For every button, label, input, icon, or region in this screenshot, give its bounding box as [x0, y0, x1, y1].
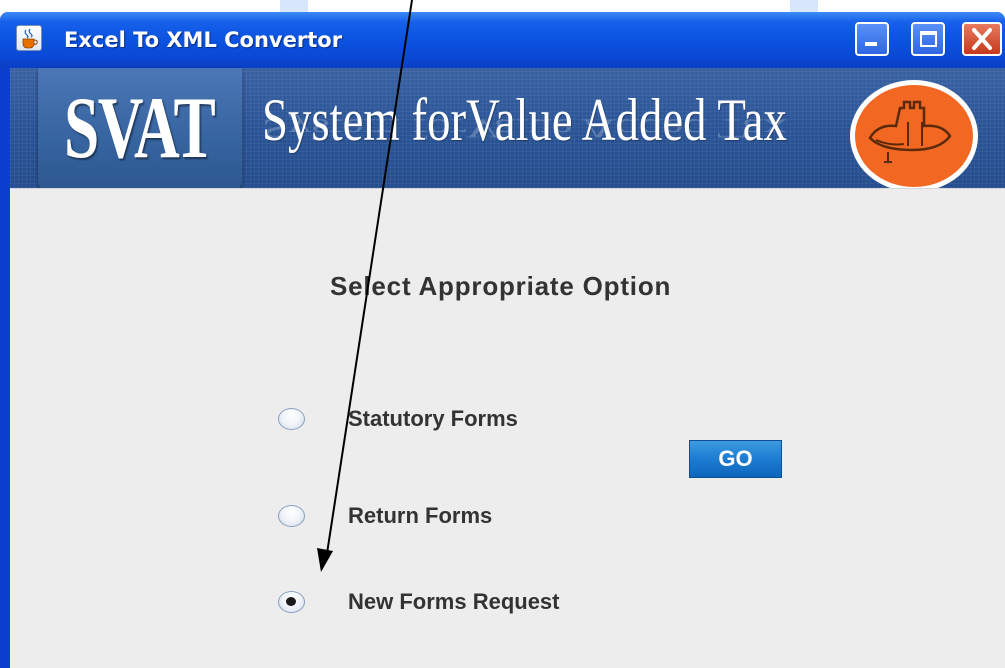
window-title: Excel To XML Convertor	[64, 28, 343, 52]
radio-selected-dot	[286, 597, 296, 606]
title-bar[interactable]: Excel To XML Convertor	[0, 12, 1005, 68]
minimize-icon	[865, 42, 877, 46]
java-cup-icon	[16, 25, 42, 51]
svat-banner: SVAT System forValue Added Tax System fo…	[10, 68, 1005, 200]
svat-logo-tab: SVAT	[38, 68, 242, 192]
close-icon	[972, 28, 992, 50]
state-emblem-icon	[850, 80, 978, 192]
app-window: Excel To XML Convertor SVAT System forVa…	[0, 12, 1005, 668]
option-label: Return Forms	[348, 503, 493, 528]
option-label: Statutory Forms	[348, 406, 518, 431]
radio-statutory-forms[interactable]	[278, 408, 305, 430]
go-button[interactable]: GO	[689, 440, 782, 478]
maximize-button[interactable]	[911, 22, 945, 56]
banner-title-reflection: System forValue Added Tax	[262, 113, 787, 144]
radio-return-forms[interactable]	[278, 505, 305, 527]
minimize-button[interactable]	[855, 22, 889, 56]
option-label: New Forms Request	[348, 589, 560, 614]
radio-new-forms-request[interactable]	[278, 591, 305, 613]
svat-logo-text: SVAT	[64, 80, 216, 177]
main-panel: Select Appropriate Option Statutory Form…	[10, 188, 1005, 668]
page-heading: Select Appropriate Option	[330, 271, 672, 301]
close-button[interactable]	[962, 22, 1002, 56]
maximize-icon	[920, 31, 937, 47]
